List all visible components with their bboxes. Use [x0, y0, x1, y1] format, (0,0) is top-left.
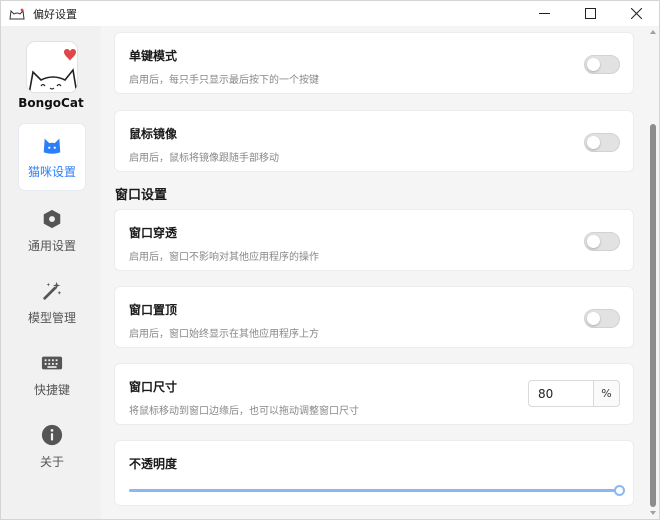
sidebar-item-shortcuts[interactable]: 快捷键: [19, 342, 85, 408]
sidebar-item-label: 猫咪设置: [27, 165, 76, 179]
setting-card-always-on-top: 窗口置顶 启用后，窗口始终显示在其他应用程序上方: [114, 286, 634, 348]
slider-thumb[interactable]: [614, 485, 625, 496]
sidebar-item-label: 快捷键: [33, 383, 70, 397]
title-bar[interactable]: 偏好设置: [1, 1, 659, 26]
setting-description: 启用后，鼠标将镜像跟随手部移动: [129, 153, 279, 164]
pass-through-toggle[interactable]: [584, 232, 620, 251]
preferences-window: 偏好设置 BongoCat 猫咪设置 通用设置 模型管理 快捷键 关于 单键模式…: [0, 0, 660, 520]
close-button[interactable]: [613, 1, 659, 26]
setting-card-pass-through: 窗口穿透 启用后，窗口不影响对其他应用程序的操作: [114, 209, 634, 271]
toggle-knob: [587, 136, 600, 149]
cat-icon: [43, 138, 61, 154]
setting-card-window-size: 窗口尺寸 将鼠标移动到窗口边缘后，也可以拖动调整窗口尺寸 %: [114, 363, 634, 425]
sidebar-item-model-management[interactable]: 模型管理: [19, 270, 85, 336]
single-key-toggle[interactable]: [584, 55, 620, 74]
mouse-mirror-toggle[interactable]: [584, 133, 620, 152]
app-cat-icon: [9, 8, 25, 19]
setting-card-opacity: 不透明度: [114, 440, 634, 506]
brand-name: BongoCat: [18, 96, 84, 110]
setting-title: 窗口穿透: [129, 226, 178, 240]
keyboard-icon: [41, 356, 63, 370]
always-on-top-toggle[interactable]: [584, 309, 620, 328]
slider-fill: [129, 489, 619, 492]
settings-content: 单键模式 启用后，每只手只显示最后按下的一个按键 鼠标镜像 启用后，鼠标将镜像跟…: [101, 26, 647, 519]
scroll-up-arrow-icon[interactable]: [650, 30, 656, 34]
toggle-knob: [587, 312, 600, 325]
setting-description: 启用后，每只手只显示最后按下的一个按键: [129, 75, 319, 86]
setting-title: 不透明度: [129, 457, 178, 471]
setting-title: 窗口置顶: [129, 303, 178, 317]
maximize-icon: [584, 8, 596, 19]
sidebar: BongoCat 猫咪设置 通用设置 模型管理 快捷键 关于: [1, 26, 101, 519]
scrollbar-thumb[interactable]: [650, 124, 656, 507]
sidebar-item-label: 模型管理: [27, 311, 76, 325]
setting-description: 启用后，窗口不影响对其他应用程序的操作: [129, 252, 319, 263]
minimize-icon: [538, 13, 550, 14]
setting-title: 鼠标镜像: [129, 127, 178, 141]
close-icon: [630, 8, 642, 19]
setting-title: 窗口尺寸: [129, 380, 178, 394]
toggle-knob: [587, 58, 600, 71]
setting-card-mouse-mirror: 鼠标镜像 启用后，鼠标将镜像跟随手部移动: [114, 110, 634, 172]
window-title: 偏好设置: [33, 7, 77, 21]
maximize-button[interactable]: [567, 1, 613, 26]
bongocat-logo-icon: [28, 49, 77, 92]
info-icon: [41, 424, 63, 446]
setting-title: 单键模式: [129, 49, 178, 63]
sidebar-item-label: 通用设置: [27, 239, 76, 253]
setting-card-single-key: 单键模式 启用后，每只手只显示最后按下的一个按键: [114, 32, 634, 94]
unit-suffix: %: [593, 381, 619, 406]
scroll-down-arrow-icon[interactable]: [650, 511, 656, 515]
sidebar-item-label: 关于: [39, 455, 64, 469]
section-title-window: 窗口设置: [115, 188, 168, 203]
window-controls: [521, 1, 659, 26]
sidebar-item-general-settings[interactable]: 通用设置: [19, 198, 85, 264]
window-size-input[interactable]: [529, 381, 593, 406]
settings-hex-icon: [43, 209, 61, 229]
bongocat-logo: [26, 41, 78, 93]
opacity-slider[interactable]: [129, 485, 625, 497]
window-size-input-group: %: [528, 380, 620, 407]
minimize-button[interactable]: [521, 1, 567, 26]
setting-description: 启用后，窗口始终显示在其他应用程序上方: [129, 329, 319, 340]
magic-wand-icon: [43, 281, 62, 300]
sidebar-item-about[interactable]: 关于: [19, 414, 85, 480]
content-scrollbar[interactable]: [647, 26, 659, 519]
toggle-knob: [587, 235, 600, 248]
sidebar-item-cat-settings[interactable]: 猫咪设置: [19, 124, 85, 190]
setting-description: 将鼠标移动到窗口边缘后，也可以拖动调整窗口尺寸: [129, 406, 359, 417]
